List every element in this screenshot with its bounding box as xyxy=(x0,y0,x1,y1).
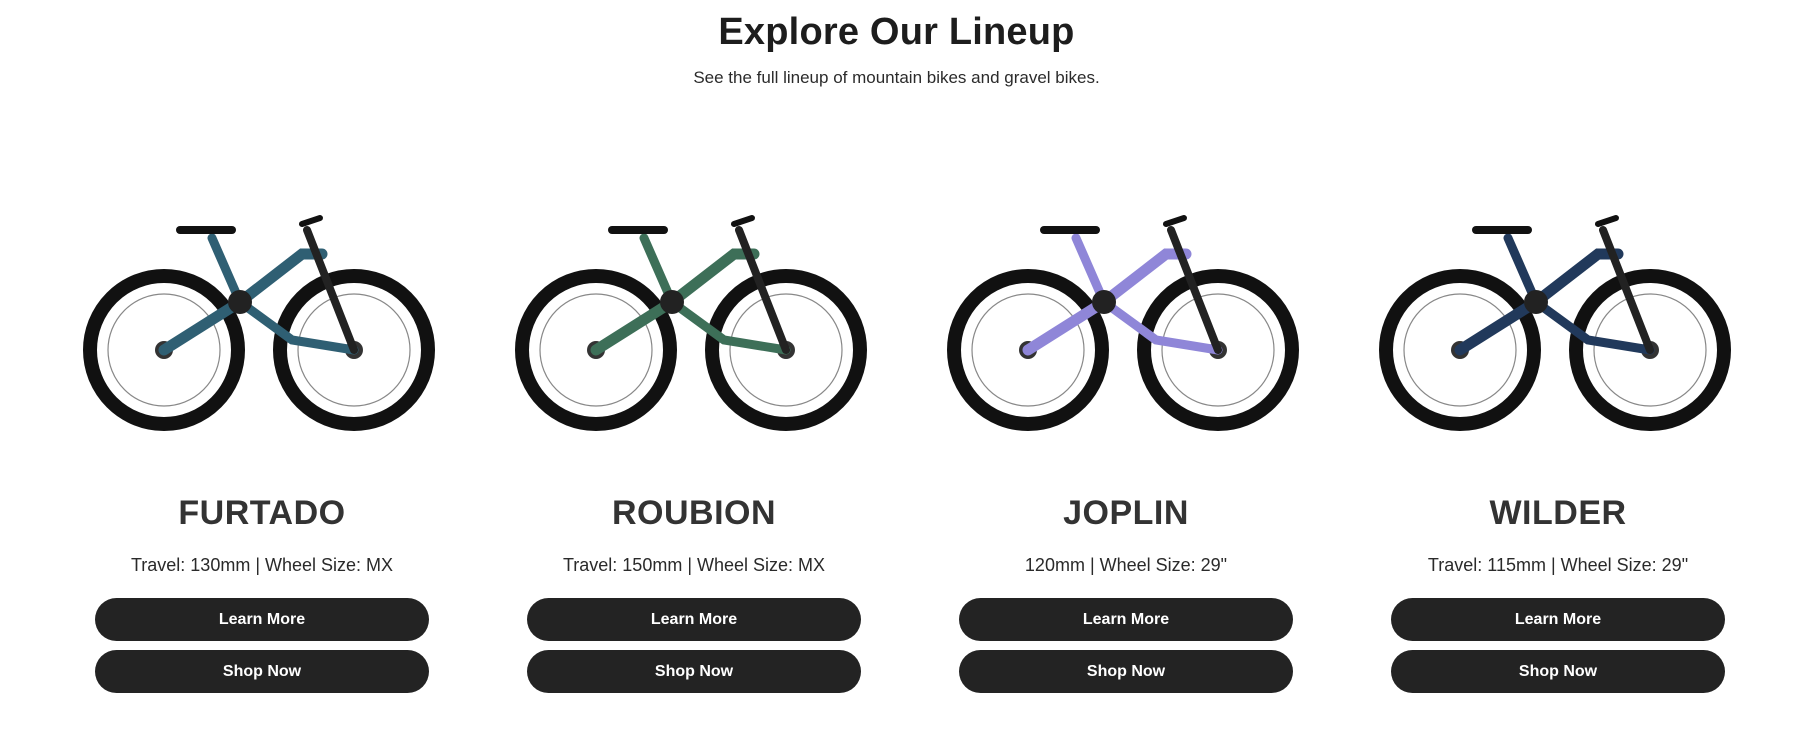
learn-more-button[interactable]: Learn More xyxy=(527,598,861,641)
shop-now-button[interactable]: Shop Now xyxy=(95,650,429,693)
learn-more-button[interactable]: Learn More xyxy=(95,598,429,641)
bike-specs: Travel: 115mm | Wheel Size: 29" xyxy=(1427,555,1689,575)
bike-image[interactable] xyxy=(52,190,472,460)
bike-name: FURTADO xyxy=(178,494,346,532)
bike-specs: 120mm | Wheel Size: 29" xyxy=(1024,555,1228,575)
bike-name: ROUBION xyxy=(611,494,777,532)
shop-now-button[interactable]: Shop Now xyxy=(959,650,1293,693)
bike-card-furtado[interactable]: FURTADO Travel: 130mm | Wheel Size: MX L… xyxy=(52,190,472,693)
learn-more-button[interactable]: Learn More xyxy=(959,598,1293,641)
shop-now-button[interactable]: Shop Now xyxy=(1391,650,1725,693)
bike-cards: FURTADO Travel: 130mm | Wheel Size: MX L… xyxy=(0,190,1793,710)
learn-more-button[interactable]: Learn More xyxy=(1391,598,1725,641)
lineup-header: Explore Our Lineup See the full lineup o… xyxy=(0,0,1793,88)
lineup-section: Explore Our Lineup See the full lineup o… xyxy=(0,0,1793,747)
bike-specs: Travel: 130mm | Wheel Size: MX xyxy=(130,555,394,575)
bike-specs: Travel: 150mm | Wheel Size: MX xyxy=(562,555,826,575)
page-title: Explore Our Lineup xyxy=(718,11,1075,53)
bike-name: JOPLIN xyxy=(1063,494,1189,532)
bike-card-roubion[interactable]: ROUBION Travel: 150mm | Wheel Size: MX L… xyxy=(484,190,904,693)
bike-card-wilder[interactable]: WILDER Travel: 115mm | Wheel Size: 29" L… xyxy=(1348,190,1768,693)
bike-name: WILDER xyxy=(1489,494,1627,532)
bike-image[interactable] xyxy=(484,190,904,460)
bike-card-joplin[interactable]: JOPLIN 120mm | Wheel Size: 29" Learn Mor… xyxy=(916,190,1336,693)
shop-now-button[interactable]: Shop Now xyxy=(527,650,861,693)
bike-image[interactable] xyxy=(1348,190,1768,460)
page-subtitle: See the full lineup of mountain bikes an… xyxy=(693,67,1100,87)
bike-image[interactable] xyxy=(916,190,1336,460)
